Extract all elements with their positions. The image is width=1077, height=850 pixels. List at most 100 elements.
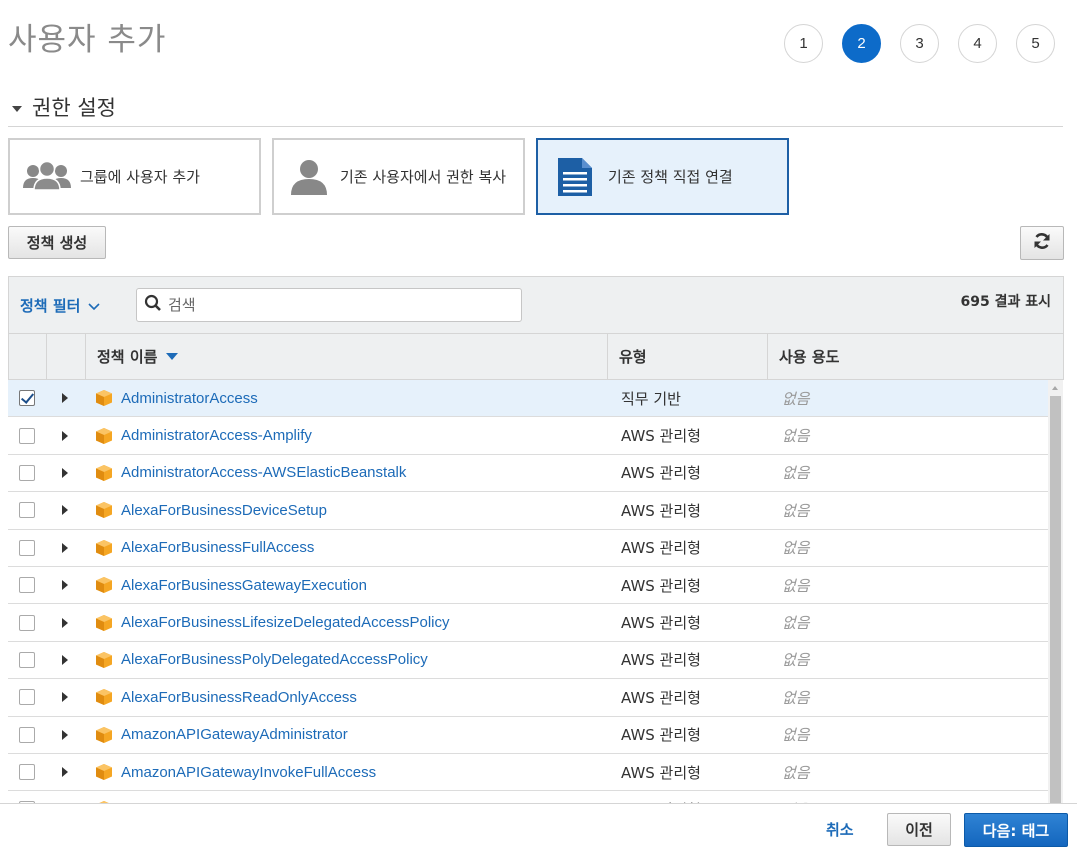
table-row[interactable]: AmazonAPIGatewayAdministrator AWS 관리형 없음 <box>8 717 1048 754</box>
row-expand-toggle[interactable] <box>46 505 84 516</box>
policy-box-icon <box>95 763 113 781</box>
policy-box-icon <box>95 389 113 407</box>
policy-filter-dropdown[interactable]: 정책 필터 <box>20 295 101 316</box>
row-expand-toggle[interactable] <box>46 767 84 778</box>
row-select-cell <box>8 464 46 481</box>
row-expand-toggle[interactable] <box>46 542 84 553</box>
row-checkbox[interactable] <box>19 764 35 781</box>
policy-name-link[interactable]: AlexaForBusinessGatewayExecution <box>121 577 367 594</box>
row-checkbox[interactable] <box>19 464 35 481</box>
policy-type: AWS 관리형 <box>621 464 701 483</box>
next-tags-button[interactable]: 다음: 태그 <box>964 813 1068 847</box>
search-input[interactable] <box>168 296 508 314</box>
table-row[interactable]: AmazonAPIGatewayInvokeFullAccess AWS 관리형 없… <box>8 754 1048 792</box>
policy-name-link[interactable]: AlexaForBusinessFullAccess <box>121 539 314 556</box>
policy-box-icon <box>95 576 113 594</box>
row-expand-toggle[interactable] <box>46 580 84 591</box>
row-checkbox[interactable] <box>19 539 35 556</box>
step-1[interactable]: 1 <box>784 24 823 63</box>
header-usage[interactable]: 사용 용도 <box>768 334 1063 379</box>
table-row[interactable]: AlexaForBusinessFullAccess AWS 관리형 없음 <box>8 530 1048 567</box>
row-expand-toggle[interactable] <box>46 467 84 478</box>
policy-name-link[interactable]: AdministratorAccess-Amplify <box>121 427 312 444</box>
row-select-cell <box>8 427 46 444</box>
policy-name-link[interactable]: AlexaForBusinessLifesizeDelegatedAccessP… <box>121 614 450 631</box>
table-row[interactable]: AlexaForBusinessReadOnlyAccess AWS 관리형 없음 <box>8 679 1048 717</box>
table-row[interactable]: AlexaForBusinessPolyDelegatedAccessPolic… <box>8 642 1048 680</box>
row-expand-toggle[interactable] <box>46 430 84 441</box>
policy-box-icon <box>95 464 113 482</box>
create-policy-button[interactable]: 정책 생성 <box>8 226 106 259</box>
row-expand-toggle[interactable] <box>46 617 84 628</box>
policy-usage: 없음 <box>782 576 810 595</box>
policy-name-cell: AlexaForBusinessPolyDelegatedAccessPolic… <box>84 651 606 669</box>
row-expand-toggle[interactable] <box>46 692 84 703</box>
step-4[interactable]: 4 <box>958 24 997 63</box>
previous-button[interactable]: 이전 <box>887 813 951 846</box>
policy-name-link[interactable]: AlexaForBusinessReadOnlyAccess <box>121 689 357 706</box>
policy-type: AWS 관리형 <box>621 539 701 558</box>
table-row[interactable]: AdministratorAccess 직무 기반 없음 <box>8 380 1048 418</box>
policy-name-link[interactable]: AdministratorAccess <box>121 390 258 407</box>
table-row[interactable]: AlexaForBusinessDeviceSetup AWS 관리형 없음 <box>8 492 1048 530</box>
step-3[interactable]: 3 <box>900 24 939 63</box>
wizard-footer: 취소 이전 다음: 태그 <box>0 803 1077 850</box>
row-select-cell <box>8 577 46 594</box>
policy-box-icon <box>95 427 113 445</box>
scroll-thumb[interactable] <box>1050 396 1061 803</box>
row-expand-toggle[interactable] <box>46 654 84 665</box>
expand-arrow-icon <box>62 542 68 553</box>
row-checkbox[interactable] <box>19 502 35 519</box>
row-select-cell <box>8 502 46 519</box>
policy-box-icon <box>95 501 113 519</box>
policy-name-cell: AlexaForBusinessReadOnlyAccess <box>84 688 606 706</box>
search-box <box>136 288 522 322</box>
cancel-link[interactable]: 취소 <box>826 819 854 840</box>
user-icon <box>286 157 332 197</box>
permissions-section-toggle[interactable]: 권한 설정 <box>12 92 116 122</box>
scroll-up-icon[interactable] <box>1052 386 1058 390</box>
policy-name-link[interactable]: AdministratorAccess-AWSElasticBeanstalk <box>121 464 406 481</box>
option-copy-permissions[interactable]: 기존 사용자에서 권한 복사 <box>272 138 525 215</box>
policy-name-link[interactable]: AlexaForBusinessPolyDelegatedAccessPolic… <box>121 651 428 668</box>
row-checkbox[interactable] <box>19 390 35 407</box>
expand-arrow-icon <box>62 654 68 665</box>
option-add-to-group[interactable]: 그룹에 사용자 추가 <box>8 138 261 215</box>
policy-usage: 없음 <box>782 464 810 483</box>
table-row[interactable]: AlexaForBusinessGatewayExecution AWS 관리형 없… <box>8 567 1048 605</box>
table-row[interactable]: AlexaForBusinessLifesizeDelegatedAccessP… <box>8 604 1048 642</box>
expand-arrow-icon <box>62 729 68 740</box>
row-checkbox[interactable] <box>19 651 35 668</box>
expand-arrow-icon <box>62 505 68 516</box>
step-5[interactable]: 5 <box>1016 24 1055 63</box>
policy-name-cell: AlexaForBusinessGatewayExecution <box>84 576 606 594</box>
refresh-button[interactable] <box>1020 226 1064 260</box>
header-type[interactable]: 유형 <box>608 334 768 379</box>
table-scrollbar[interactable] <box>1048 380 1063 803</box>
policy-name-link[interactable]: AmazonAPIGatewayAdministrator <box>121 726 348 743</box>
policy-type: AWS 관리형 <box>621 427 701 446</box>
row-checkbox[interactable] <box>19 614 35 631</box>
header-label: 사용 용도 <box>779 348 840 366</box>
row-checkbox[interactable] <box>19 427 35 444</box>
policy-name-cell: AlexaForBusinessDeviceSetup <box>84 501 606 519</box>
row-checkbox[interactable] <box>19 689 35 706</box>
expand-arrow-icon <box>62 767 68 778</box>
row-checkbox[interactable] <box>19 726 35 743</box>
policy-box-icon <box>95 726 113 744</box>
policy-usage: 없음 <box>782 688 810 707</box>
header-policy-name[interactable]: 정책 이름 <box>86 334 608 379</box>
policy-name-link[interactable]: AmazonAPIGatewayInvokeFullAccess <box>121 764 376 781</box>
table-row[interactable]: AdministratorAccess-Amplify AWS 관리형 없음 <box>8 417 1048 455</box>
policy-name-cell: AlexaForBusinessFullAccess <box>84 539 606 557</box>
policy-name-link[interactable]: AlexaForBusinessDeviceSetup <box>121 502 327 519</box>
row-expand-toggle[interactable] <box>46 393 84 404</box>
policy-usage: 없음 <box>782 763 810 782</box>
option-attach-policies[interactable]: 기존 정책 직접 연결 <box>536 138 789 215</box>
policy-usage: 없음 <box>782 389 810 408</box>
step-2[interactable]: 2 <box>842 24 881 63</box>
table-row[interactable]: AdministratorAccess-AWSElasticBeanstalk A… <box>8 455 1048 493</box>
row-expand-toggle[interactable] <box>46 729 84 740</box>
table-row[interactable]: AWS 관리형없음 <box>8 791 1048 803</box>
row-checkbox[interactable] <box>19 577 35 594</box>
